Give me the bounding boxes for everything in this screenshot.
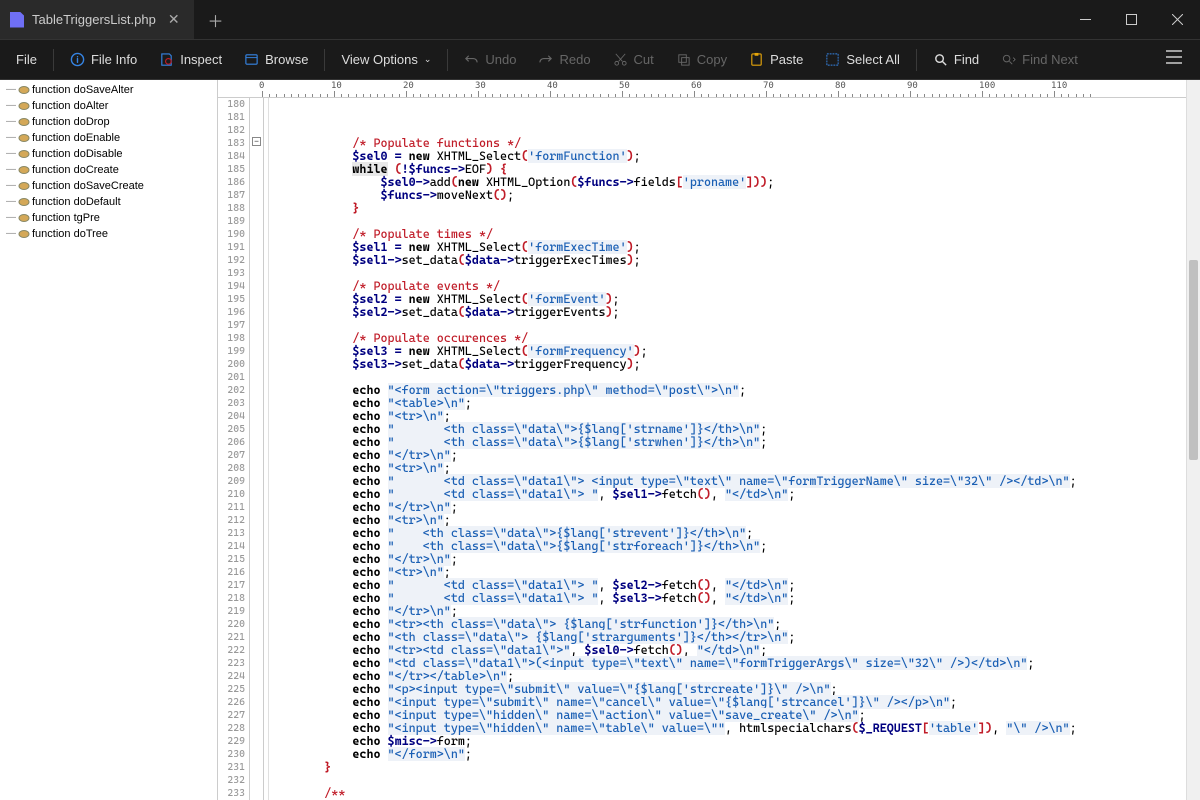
sidebar-item[interactable]: function doDrop <box>4 114 217 130</box>
toolbar: File File Info Inspect Browse View Optio… <box>0 40 1200 80</box>
close-button[interactable] <box>1154 0 1200 39</box>
main-area: function doSaveAlterfunction doAlterfunc… <box>0 80 1200 800</box>
undo-button[interactable]: Undo <box>454 46 526 73</box>
tab-active[interactable]: TableTriggersList.php ✕ <box>0 0 194 39</box>
sidebar-item[interactable]: function doDisable <box>4 146 217 162</box>
sidebar[interactable]: function doSaveAlterfunction doAlterfunc… <box>0 80 218 800</box>
file-menu[interactable]: File <box>6 46 47 73</box>
sidebar-item[interactable]: function doSaveAlter <box>4 82 217 98</box>
find-next-button[interactable]: Find Next <box>991 46 1088 73</box>
sidebar-item[interactable]: function doAlter <box>4 98 217 114</box>
tab-close-button[interactable]: ✕ <box>164 11 184 28</box>
maximize-button[interactable] <box>1108 0 1154 39</box>
file-icon <box>10 12 24 28</box>
sidebar-item[interactable]: function doTree <box>4 226 217 242</box>
window-controls <box>1062 0 1200 39</box>
cut-button[interactable]: Cut <box>603 46 664 73</box>
browse-button[interactable]: Browse <box>234 46 318 73</box>
ruler: 0102030405060708090100110 <box>218 80 1200 98</box>
code-content[interactable]: /* Populate functions */ $sel0 = new XHT… <box>264 98 1200 800</box>
minimize-button[interactable] <box>1062 0 1108 39</box>
file-info-button[interactable]: File Info <box>60 46 147 73</box>
sidebar-item[interactable]: function doDefault <box>4 194 217 210</box>
tab-title: TableTriggersList.php <box>32 12 156 27</box>
scroll-thumb[interactable] <box>1189 260 1198 460</box>
sidebar-item[interactable]: function doCreate <box>4 162 217 178</box>
sidebar-item[interactable]: function tgPre <box>4 210 217 226</box>
fold-column[interactable]: − <box>250 98 264 800</box>
select-all-button[interactable]: Select All <box>815 46 909 73</box>
scrollbar-vertical[interactable] <box>1186 80 1200 800</box>
inspect-button[interactable]: Inspect <box>149 46 232 73</box>
tab-add-button[interactable]: ＋ <box>194 8 238 32</box>
copy-button[interactable]: Copy <box>666 46 737 73</box>
sidebar-item[interactable]: function doEnable <box>4 130 217 146</box>
hamburger-menu[interactable] <box>1154 44 1194 75</box>
sidebar-item[interactable]: function doSaveCreate <box>4 178 217 194</box>
find-button[interactable]: Find <box>923 46 989 73</box>
paste-button[interactable]: Paste <box>739 46 813 73</box>
titlebar: TableTriggersList.php ✕ ＋ <box>0 0 1200 40</box>
view-options-menu[interactable]: View Options ⌄ <box>331 46 441 73</box>
line-gutter: 1801811821831841851861871881891901911921… <box>218 98 250 800</box>
editor-area: 0102030405060708090100110 18018118218318… <box>218 80 1200 800</box>
code-area[interactable]: 1801811821831841851861871881891901911921… <box>218 98 1200 800</box>
redo-button[interactable]: Redo <box>528 46 600 73</box>
